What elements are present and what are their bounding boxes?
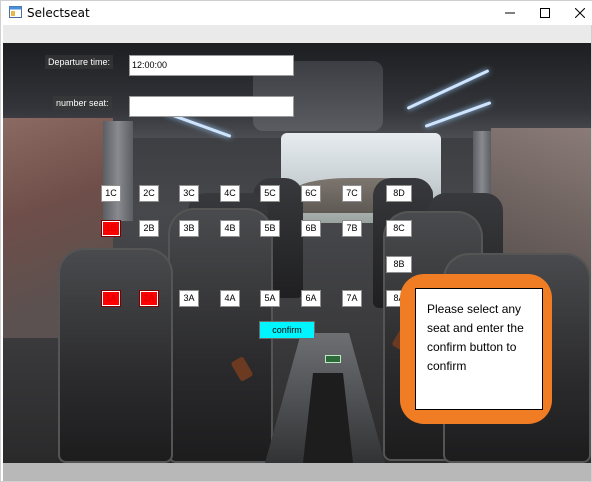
seat-3c-button[interactable]: 3C (179, 185, 199, 202)
seat-6b-button[interactable]: 6B (301, 220, 321, 237)
title-bar: Selectseat (1, 1, 592, 25)
seat-8b-button[interactable]: 8B (386, 256, 412, 273)
form-top-margin (3, 25, 591, 43)
seat-4a-button[interactable]: 4A (220, 290, 240, 307)
seat-8c-button[interactable]: 8C (386, 220, 412, 237)
front-seat-left (58, 248, 173, 463)
form-bottom-margin (3, 463, 591, 481)
departure-time-label: Departure time: (45, 55, 114, 69)
seat-6a-button[interactable]: 6A (301, 290, 321, 307)
left-curtain (103, 121, 133, 221)
seat-1c-button[interactable]: 1C (101, 185, 121, 202)
seat-5c-button[interactable]: 5C (260, 185, 280, 202)
seat-8d-button[interactable]: 8D (386, 185, 412, 202)
seat-7a-button[interactable]: 7A (342, 290, 362, 307)
aisle-light (325, 355, 341, 363)
number-seat-label: number seat: (53, 96, 112, 110)
seat-3b-button[interactable]: 3B (179, 220, 199, 237)
seat-4b-button[interactable]: 4B (220, 220, 240, 237)
seat-3a-button[interactable]: 3A (179, 290, 199, 307)
seat-5b-button[interactable]: 5B (260, 220, 280, 237)
number-seat-field[interactable] (129, 96, 294, 117)
seat-2c-button[interactable]: 2C (139, 185, 159, 202)
window-title: Selectseat (27, 6, 90, 20)
app-window-icon (9, 6, 22, 18)
seat-1a-button[interactable]: 1A (101, 290, 121, 307)
seat-1b-button[interactable]: 1B (101, 220, 121, 237)
minimize-icon (505, 12, 515, 14)
seat-2b-button[interactable]: 2B (139, 220, 159, 237)
instruction-text: Please select any seat and enter the con… (427, 302, 524, 373)
maximize-icon (540, 8, 550, 18)
seat-6c-button[interactable]: 6C (301, 185, 321, 202)
confirm-button[interactable]: confirm (259, 321, 315, 339)
seat-7b-button[interactable]: 7B (342, 220, 362, 237)
select-seat-window: Selectseat Departure time: 12:00:00 numb… (0, 0, 592, 482)
middle-seat-left (168, 208, 273, 463)
close-button[interactable] (557, 1, 592, 25)
departure-time-field[interactable]: 12:00:00 (129, 55, 294, 76)
seat-7c-button[interactable]: 7C (342, 185, 362, 202)
close-icon (575, 8, 585, 18)
seat-5a-button[interactable]: 5A (260, 290, 280, 307)
seat-2a-button[interactable]: 2A (139, 290, 159, 307)
seat-4c-button[interactable]: 4C (220, 185, 240, 202)
